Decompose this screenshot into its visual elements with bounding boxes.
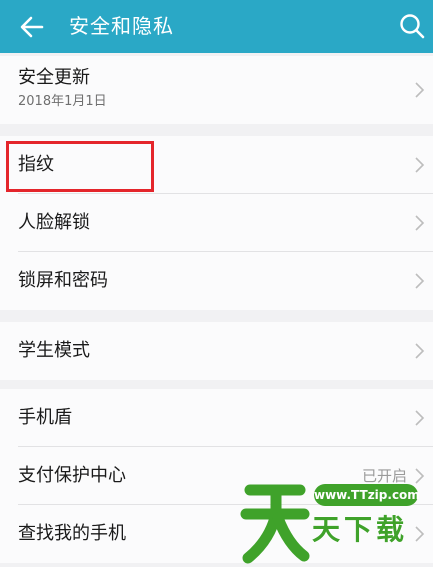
app-bar: 安全和隐私 bbox=[0, 0, 433, 53]
watermark-logo-icon bbox=[240, 484, 310, 564]
list-item-lock-screen-password[interactable]: 锁屏和密码 bbox=[0, 252, 433, 310]
page-title: 安全和隐私 bbox=[69, 14, 174, 38]
list-item-label: 学生模式 bbox=[18, 340, 90, 361]
list-item-fingerprint[interactable]: 指纹 bbox=[0, 136, 433, 194]
list-item-security-update[interactable]: 安全更新 2018年1月1日 bbox=[0, 56, 433, 124]
list-item-phone-shield[interactable]: 手机盾 bbox=[0, 389, 433, 447]
list-item-label: 手机盾 bbox=[18, 407, 72, 428]
list-item-label: 支付保护中心 bbox=[18, 465, 126, 486]
list-item-label: 人脸解锁 bbox=[18, 212, 90, 233]
list-item-subtitle: 2018年1月1日 bbox=[18, 94, 107, 109]
watermark-text: 天下载 bbox=[312, 513, 409, 546]
list-item-label: 锁屏和密码 bbox=[18, 270, 108, 291]
settings-group-student: 学生模式 bbox=[0, 322, 433, 380]
watermark: www.TTzip.com 天下载 bbox=[240, 474, 430, 566]
settings-group-unlock: 指纹 人脸解锁 锁屏和密码 bbox=[0, 136, 433, 310]
chevron-right-icon bbox=[415, 343, 425, 359]
list-item-label: 安全更新 bbox=[18, 67, 90, 88]
chevron-right-icon bbox=[415, 410, 425, 426]
chevron-right-icon bbox=[415, 82, 425, 98]
list-item-label: 指纹 bbox=[18, 154, 54, 175]
watermark-url: www.TTzip.com bbox=[314, 484, 420, 506]
list-item-student-mode[interactable]: 学生模式 bbox=[0, 322, 433, 380]
chevron-right-icon bbox=[415, 215, 425, 231]
search-icon[interactable] bbox=[398, 12, 426, 40]
chevron-right-icon bbox=[415, 157, 425, 173]
chevron-right-icon bbox=[415, 273, 425, 289]
list-item-face-unlock[interactable]: 人脸解锁 bbox=[0, 194, 433, 252]
arrow-left-icon[interactable] bbox=[18, 13, 46, 41]
settings-group-updates: 安全更新 2018年1月1日 bbox=[0, 56, 433, 124]
list-item-label: 查找我的手机 bbox=[18, 523, 126, 544]
